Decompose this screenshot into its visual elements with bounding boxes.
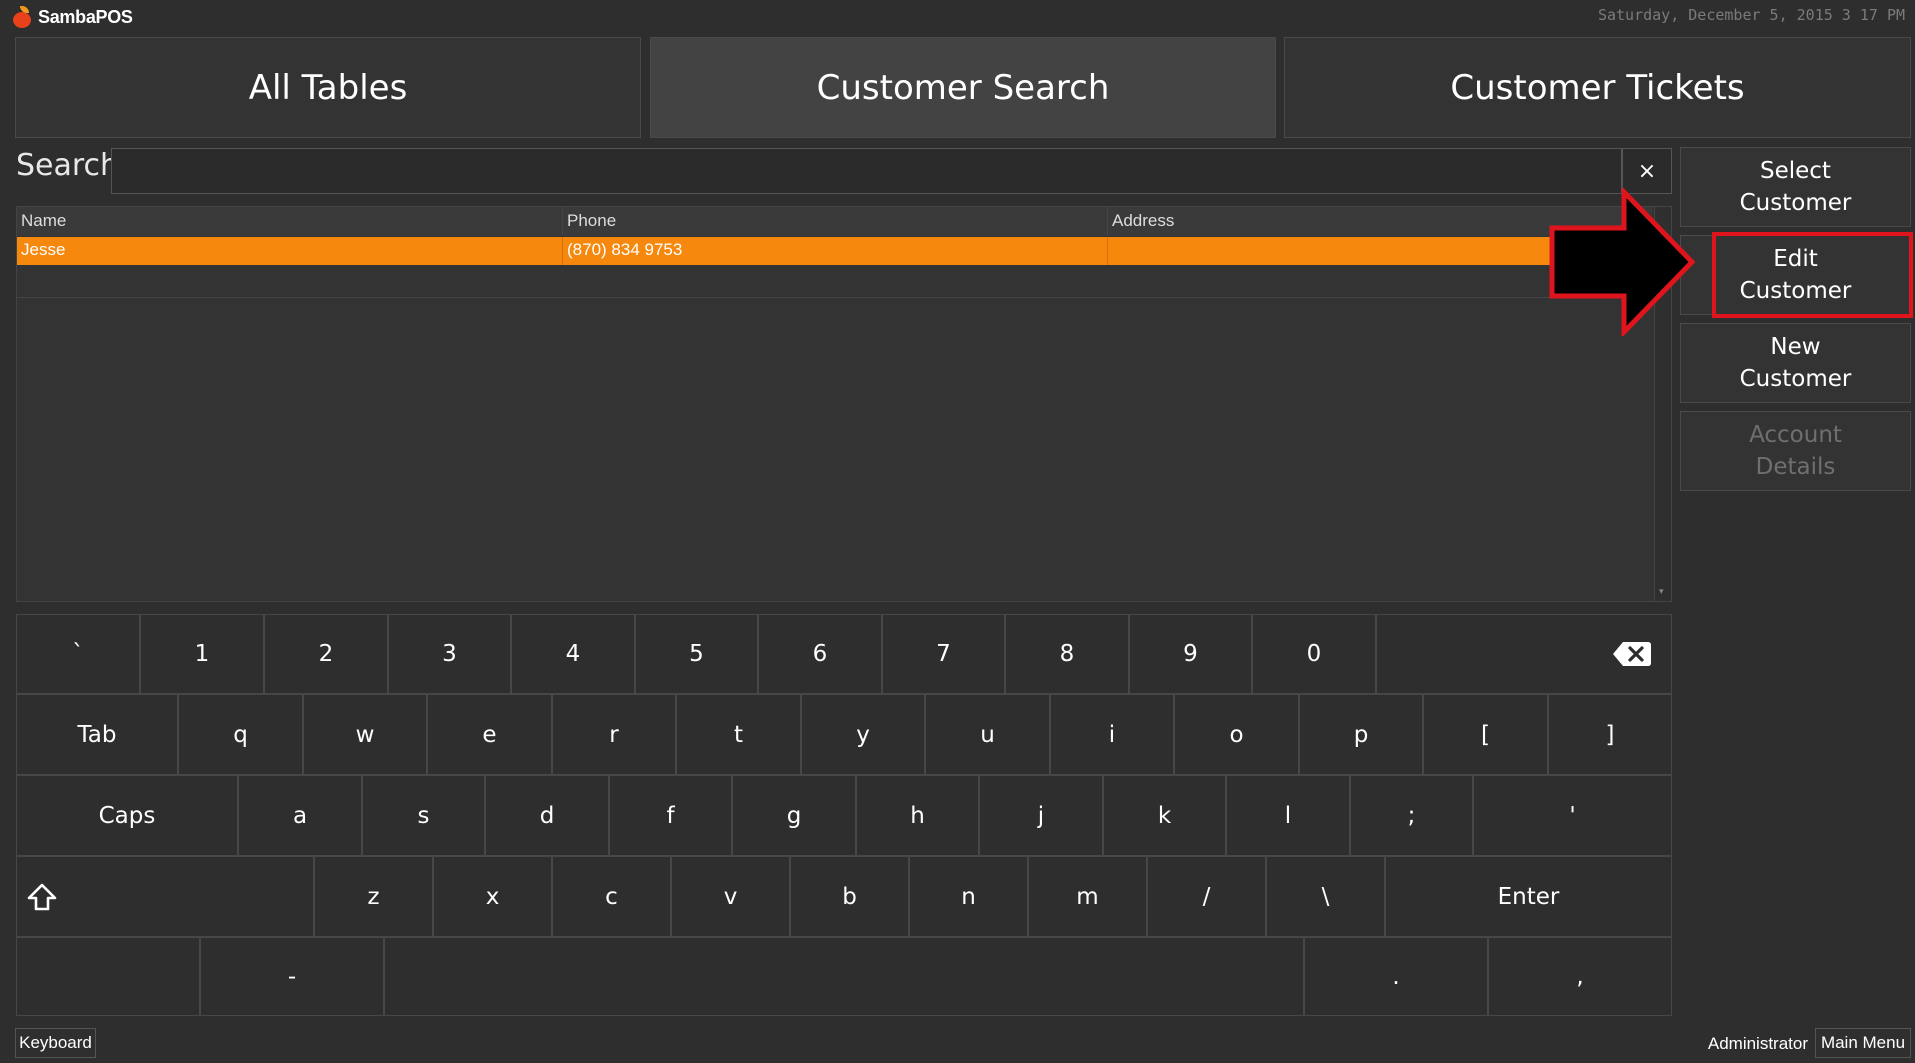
key-backslash[interactable]: \ — [1266, 856, 1385, 937]
key-s[interactable]: s — [362, 775, 485, 856]
key-7[interactable]: 7 — [882, 614, 1005, 694]
key-y[interactable]: y — [801, 694, 925, 775]
key-u[interactable]: u — [925, 694, 1050, 775]
key-o[interactable]: o — [1174, 694, 1299, 775]
key-semicolon[interactable]: ; — [1350, 775, 1473, 856]
key-5[interactable]: 5 — [635, 614, 758, 694]
tab-customer-search[interactable]: Customer Search — [650, 37, 1276, 138]
shift-icon — [27, 883, 57, 910]
key-9[interactable]: 9 — [1129, 614, 1252, 694]
key-open-bracket[interactable]: [ — [1423, 694, 1548, 775]
key-w[interactable]: w — [303, 694, 427, 775]
key-h[interactable]: h — [856, 775, 979, 856]
edit-customer-button[interactable]: Edit Customer — [1680, 235, 1911, 315]
account-details-button: Account Details — [1680, 411, 1911, 491]
key-comma[interactable]: , — [1488, 937, 1672, 1016]
app-name: SambaPOS — [38, 6, 133, 27]
user-label: Administrator — [1707, 1034, 1808, 1053]
samba-logo-icon — [12, 6, 32, 28]
table-row[interactable]: Jesse (870) 834 9753 — [17, 237, 1652, 265]
customer-grid: Name Phone Address Jesse (870) 834 9753 … — [16, 206, 1672, 602]
annotation-arrow-icon — [1549, 188, 1696, 336]
key-4[interactable]: 4 — [511, 614, 635, 694]
key-t[interactable]: t — [676, 694, 801, 775]
key-blank-left[interactable] — [16, 937, 200, 1016]
cell-phone: (870) 834 9753 — [563, 237, 1108, 265]
key-b[interactable]: b — [790, 856, 909, 937]
datetime-display: Saturday, December 5, 2015 3 17 PM — [1597, 6, 1905, 24]
key-n[interactable]: n — [909, 856, 1028, 937]
key-6[interactable]: 6 — [758, 614, 882, 694]
tab-all-tables[interactable]: All Tables — [15, 37, 641, 138]
key-z[interactable]: z — [314, 856, 433, 937]
key-2[interactable]: 2 — [264, 614, 388, 694]
key-l[interactable]: l — [1226, 775, 1350, 856]
column-header-name[interactable]: Name — [17, 207, 563, 236]
key-x[interactable]: x — [433, 856, 552, 937]
search-input[interactable] — [111, 148, 1622, 194]
key-p[interactable]: p — [1299, 694, 1423, 775]
key-minus[interactable]: - — [200, 937, 384, 1016]
key-i[interactable]: i — [1050, 694, 1174, 775]
key-period[interactable]: . — [1304, 937, 1488, 1016]
key-k[interactable]: k — [1103, 775, 1226, 856]
key-0[interactable]: 0 — [1252, 614, 1376, 694]
search-label: Search — [16, 148, 120, 183]
key-apostrophe[interactable]: ' — [1473, 775, 1672, 856]
key-slash[interactable]: / — [1147, 856, 1266, 937]
column-header-phone[interactable]: Phone — [563, 207, 1108, 236]
select-customer-button[interactable]: Select Customer — [1680, 147, 1911, 227]
key-r[interactable]: r — [552, 694, 676, 775]
key-m[interactable]: m — [1028, 856, 1147, 937]
close-icon: × — [1637, 158, 1657, 184]
new-customer-button[interactable]: New Customer — [1680, 323, 1911, 403]
key-enter[interactable]: Enter — [1385, 856, 1672, 937]
key-j[interactable]: j — [979, 775, 1103, 856]
keyboard-toggle-button[interactable]: Keyboard — [15, 1028, 96, 1058]
key-caps[interactable]: Caps — [16, 775, 238, 856]
key-d[interactable]: d — [485, 775, 609, 856]
key-a[interactable]: a — [238, 775, 362, 856]
key-f[interactable]: f — [609, 775, 732, 856]
key-3[interactable]: 3 — [388, 614, 511, 694]
key-backtick[interactable]: ` — [16, 614, 140, 694]
key-tab[interactable]: Tab — [16, 694, 178, 775]
app-logo: SambaPOS — [12, 4, 133, 30]
grid-header: Name Phone Address — [17, 207, 1652, 236]
key-1[interactable]: 1 — [140, 614, 264, 694]
scroll-down-icon: ▾ — [1659, 587, 1664, 597]
key-space[interactable] — [384, 937, 1304, 1016]
key-8[interactable]: 8 — [1005, 614, 1129, 694]
tab-customer-tickets[interactable]: Customer Tickets — [1284, 37, 1911, 138]
row-divider — [17, 297, 1652, 298]
key-v[interactable]: v — [671, 856, 790, 937]
key-e[interactable]: e — [427, 694, 552, 775]
key-close-bracket[interactable]: ] — [1548, 694, 1672, 775]
cell-name: Jesse — [17, 237, 563, 265]
key-g[interactable]: g — [732, 775, 856, 856]
key-c[interactable]: c — [552, 856, 671, 937]
key-q[interactable]: q — [178, 694, 303, 775]
backspace-icon — [1613, 642, 1651, 666]
key-shift[interactable] — [16, 856, 314, 937]
key-backspace[interactable] — [1376, 614, 1672, 694]
main-menu-button[interactable]: Main Menu — [1815, 1028, 1911, 1058]
